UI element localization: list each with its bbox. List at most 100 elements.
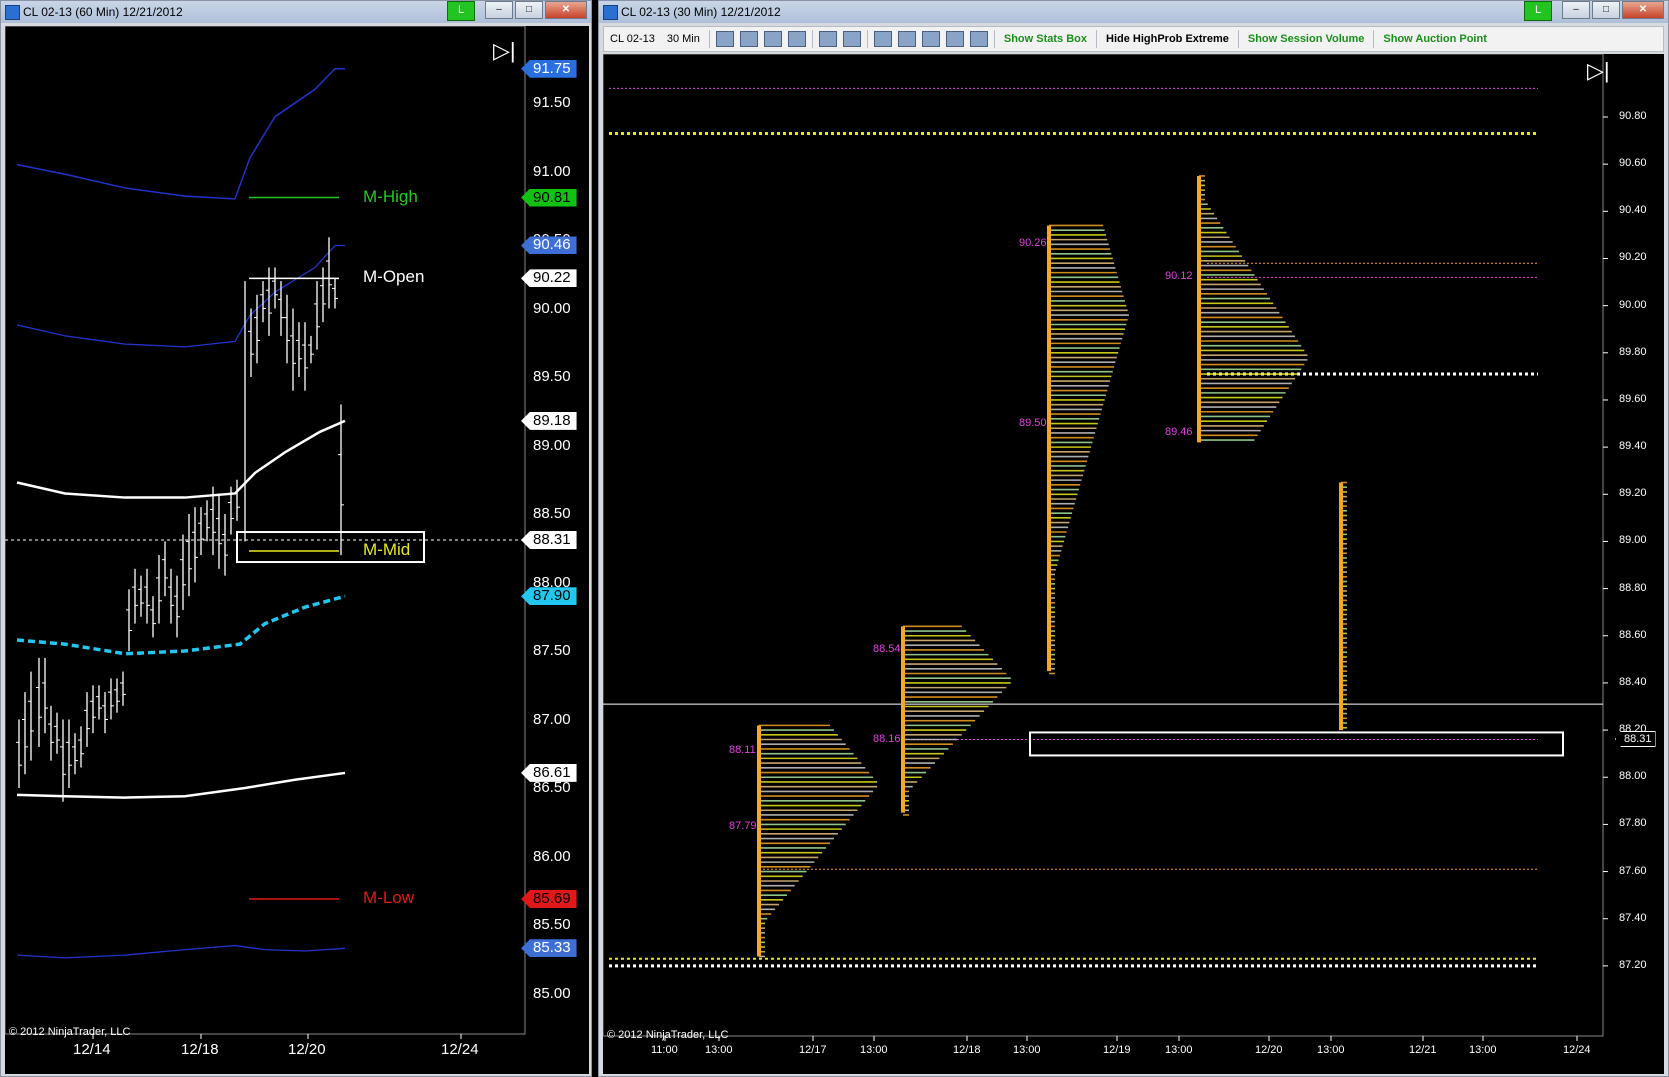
- level-label-m-low: M-Low: [363, 887, 415, 907]
- properties-icon[interactable]: [969, 31, 988, 47]
- y-axis-label: 91.00: [533, 162, 571, 180]
- y-axis-label: 87.80: [1619, 817, 1647, 830]
- level-label-m-mid: M-Mid: [363, 539, 411, 559]
- next-page-icon[interactable]: ▷|: [493, 38, 516, 64]
- x-axis-label: 13:00: [860, 1044, 888, 1056]
- minimize-button[interactable]: –: [1562, 1, 1590, 19]
- interval-selector[interactable]: 30 Min: [661, 33, 706, 45]
- chart-toolbar: CL 02-13 30 Min Show Stats Box Hide High…: [603, 26, 1664, 52]
- zoom-in-icon[interactable]: [763, 31, 782, 47]
- maximize-button[interactable]: □: [1592, 1, 1620, 19]
- x-axis-label: 12/20: [288, 1041, 326, 1058]
- y-axis-label: 90.60: [1619, 157, 1647, 170]
- level-label-m-open: M-Open: [363, 267, 425, 287]
- data-box-icon[interactable]: [842, 31, 861, 47]
- right-title-bar[interactable]: CL 02-13 (30 Min) 12/21/2012 L – □ ✕: [599, 1, 1668, 23]
- minimize-button[interactable]: –: [485, 1, 513, 19]
- y-axis-label: 87.60: [1619, 864, 1647, 877]
- vwap-line: [16, 419, 346, 499]
- y-axis-label: 91.50: [533, 94, 571, 111]
- plot-border: [5, 26, 526, 1035]
- zoom-out-icon[interactable]: [787, 31, 806, 47]
- price-tag: 90.81: [521, 188, 577, 207]
- left-title-bar[interactable]: CL 02-13 (60 Min) 12/21/2012 L – □ ✕: [1, 1, 591, 23]
- y-axis-label: 90.80: [1619, 110, 1647, 122]
- profile-12-17: [901, 625, 1011, 816]
- y-axis-label: 85.50: [533, 916, 571, 933]
- y-axis-label: 89.00: [1619, 534, 1647, 547]
- toolbar-divider: [1237, 30, 1239, 48]
- price-tag: 85.33: [521, 939, 577, 958]
- toolbar-divider: [811, 30, 813, 48]
- left-chart-window: CL 02-13 (60 Min) 12/21/2012 L – □ ✕ 91.…: [0, 0, 592, 1077]
- maximize-button[interactable]: □: [515, 1, 543, 19]
- y-axis-label: 89.00: [533, 436, 571, 454]
- show-stats-box-button[interactable]: Show Stats Box: [998, 33, 1093, 45]
- right-chart-area[interactable]: 90.80 90.60 90.40 90.20 90.00 89.80 89.60 89.40…: [603, 54, 1664, 1074]
- profile-price-label: 88.54: [873, 642, 901, 655]
- lower-blue-band-line: [16, 944, 346, 959]
- live-badge[interactable]: L: [447, 1, 475, 21]
- left-copyright: © 2012 NinjaTrader, LLC: [9, 1026, 131, 1038]
- y-axis-label: 89.40: [1619, 440, 1647, 453]
- toolbar-divider: [1373, 30, 1375, 48]
- left-chart-area[interactable]: 91.5091.0090.5090.0089.5089.0088.5088.00…: [5, 26, 589, 1074]
- right-window-controls: L – □ ✕: [1524, 1, 1664, 21]
- y-axis-label: 88.80: [1619, 581, 1647, 594]
- right-copyright: © 2012 NinjaTrader, LLC: [607, 1029, 729, 1041]
- next-page-icon[interactable]: ▷|: [1587, 58, 1610, 84]
- strategies-icon[interactable]: [897, 31, 916, 47]
- y-axis-label: 89.80: [1619, 345, 1647, 358]
- profile-price-label: 87.79: [729, 819, 757, 832]
- x-axis-label: 12/14: [73, 1041, 111, 1058]
- left-price-chart[interactable]: [5, 26, 589, 1074]
- y-axis-label: 87.20: [1619, 958, 1647, 971]
- toolbar-divider: [1096, 30, 1097, 48]
- x-axis-label: 13:00: [705, 1044, 733, 1056]
- upper-band-line: [16, 68, 345, 200]
- profile-price-label: 90.26: [1019, 237, 1047, 250]
- price-tag: 88.31: [521, 531, 577, 550]
- instrument-selector[interactable]: CL 02-13: [604, 33, 661, 45]
- show-session-volume-button[interactable]: Show Session Volume: [1242, 33, 1371, 45]
- market-profile-chart[interactable]: [603, 54, 1664, 1074]
- bar-type-icon[interactable]: [715, 31, 734, 47]
- y-axis-label: 88.40: [1619, 675, 1647, 688]
- show-auction-point-button[interactable]: Show Auction Point: [1377, 33, 1492, 45]
- price-tag: 91.75: [521, 59, 577, 78]
- indicators-icon[interactable]: [873, 31, 892, 47]
- x-axis-label: 12/17: [799, 1044, 827, 1056]
- y-axis-label: 89.60: [1619, 392, 1647, 405]
- price-tag: 89.18: [521, 411, 577, 430]
- pencil-icon[interactable]: [739, 31, 758, 47]
- y-axis-label: 88.50: [533, 505, 571, 522]
- x-axis-label: 12/18: [181, 1041, 219, 1058]
- x-axis-label: 13:00: [1469, 1044, 1497, 1056]
- x-axis-label: 12/21: [1409, 1044, 1437, 1056]
- profile-price-label: 89.50: [1019, 416, 1047, 429]
- toolbar-divider: [866, 30, 868, 48]
- x-axis-label: 11:00: [651, 1044, 678, 1056]
- left-window-controls: L – □ ✕: [447, 1, 587, 21]
- screenshot-icon[interactable]: [921, 31, 940, 47]
- upper-mid-band-line: [16, 244, 345, 348]
- x-axis-label: 12/20: [1255, 1044, 1283, 1056]
- price-tag: 85.69: [521, 889, 577, 908]
- x-axis-label: 12/24: [441, 1041, 479, 1058]
- level-label-m-high: M-High: [363, 186, 418, 206]
- close-button[interactable]: ✕: [545, 1, 587, 19]
- close-button[interactable]: ✕: [1622, 1, 1664, 19]
- live-badge[interactable]: L: [1524, 1, 1552, 21]
- profile-price-label: 90.12: [1165, 270, 1193, 283]
- profile-price-label: 88.11: [729, 744, 756, 757]
- hide-highprob-extreme-button[interactable]: Hide HighProb Extreme: [1100, 33, 1235, 45]
- x-axis-label: 12/24: [1563, 1044, 1591, 1056]
- y-axis-label: 89.20: [1619, 487, 1647, 500]
- highlight-box: [1029, 731, 1564, 757]
- right-window-title: CL 02-13 (30 Min) 12/21/2012: [621, 5, 781, 19]
- crosshair-icon[interactable]: [818, 31, 837, 47]
- left-window-title: CL 02-13 (60 Min) 12/21/2012: [23, 5, 183, 19]
- dollar-icon[interactable]: [945, 31, 964, 47]
- y-axis-label: 87.00: [533, 710, 571, 728]
- profile-price-label: 89.46: [1165, 425, 1193, 438]
